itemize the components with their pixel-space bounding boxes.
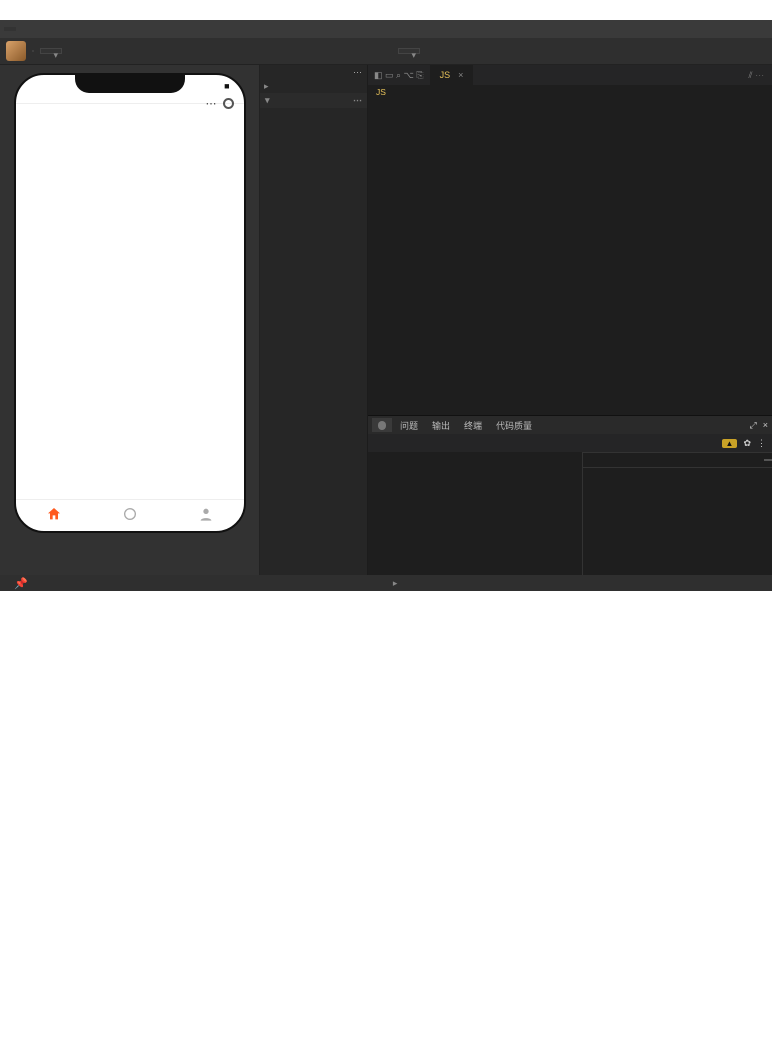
- editor-split-icon[interactable]: ⫽ ⋯: [740, 70, 772, 81]
- debugger-tab-terminal[interactable]: 终端: [458, 417, 488, 434]
- editor-tabs[interactable]: ◧ ▭ ⌕ ⌥ ⎘ JS× ⫽ ⋯: [368, 65, 772, 85]
- ide-toolbar: [0, 38, 772, 65]
- outline-button[interactable]: ▸: [393, 578, 401, 589]
- code-editor[interactable]: [368, 99, 772, 415]
- debugger-close-icon[interactable]: ×: [763, 420, 768, 430]
- capsule-menu-icon[interactable]: ⋯: [206, 97, 217, 110]
- debugger-expand-icon[interactable]: ⤢: [750, 420, 757, 431]
- file-explorer[interactable]: ⋯ ▸ ▾⋯: [260, 65, 368, 575]
- pin-icon[interactable]: 📌: [14, 577, 28, 590]
- env-select[interactable]: [398, 48, 420, 54]
- device-notch: [75, 75, 185, 93]
- editor-action-icons[interactable]: ◧ ▭ ⌕ ⌥ ⎘: [368, 70, 430, 81]
- cls-toggle[interactable]: [764, 459, 772, 461]
- sim-status-battery: ■: [224, 81, 229, 91]
- simulator-pane: ■ ⋯: [0, 65, 260, 575]
- wxml-tree[interactable]: [368, 452, 582, 575]
- ide-titlebar: [0, 20, 772, 38]
- file-tree[interactable]: [260, 108, 367, 575]
- styles-filter-input[interactable]: [583, 453, 764, 467]
- editor-tab-appjs[interactable]: JS×: [430, 65, 474, 85]
- sim-tabbar-home[interactable]: [16, 506, 92, 523]
- sim-tabbar-more[interactable]: [92, 506, 168, 523]
- simulated-device[interactable]: ■ ⋯: [14, 73, 246, 533]
- debugger-tab-output[interactable]: 输出: [426, 417, 456, 434]
- debugger-tab-issues[interactable]: 问题: [394, 417, 424, 434]
- devtools-settings-icon[interactable]: ✿: [743, 438, 751, 449]
- user-avatar[interactable]: [6, 41, 26, 61]
- toolbar-center: [398, 48, 430, 54]
- debugger-lead-tab[interactable]: [372, 418, 392, 432]
- wechat-devtools: ■ ⋯: [0, 20, 772, 591]
- debugger-main-tabs[interactable]: 问题 输出 终端 代码质量 ⤢ ×: [368, 416, 772, 434]
- editor-breadcrumb[interactable]: JS: [368, 85, 772, 99]
- styles-pane[interactable]: [582, 452, 772, 575]
- capsule-close-icon[interactable]: [223, 98, 234, 109]
- ide-statusbar[interactable]: 📌 ▸: [0, 575, 772, 591]
- view-mode-toggle[interactable]: [32, 50, 34, 52]
- devtools-more-icon[interactable]: ⋮: [757, 438, 766, 449]
- ide-menubar[interactable]: [4, 27, 16, 31]
- editor-pane: ◧ ▭ ⌕ ⌥ ⎘ JS× ⫽ ⋯ JS 问题 输出 终端: [368, 65, 772, 575]
- close-tab-icon[interactable]: ×: [458, 70, 463, 80]
- compile-mode-select[interactable]: [40, 48, 62, 54]
- debugger-panel[interactable]: 问题 输出 终端 代码质量 ⤢ × ▲ ✿ ⋮: [368, 415, 772, 575]
- warning-badge[interactable]: ▲: [722, 439, 738, 448]
- explorer-more-icon[interactable]: ⋯: [353, 67, 362, 78]
- sim-tabbar[interactable]: [16, 499, 244, 531]
- debugger-tab-codequality[interactable]: 代码质量: [490, 417, 538, 434]
- sim-tabbar-mine[interactable]: [168, 506, 244, 523]
